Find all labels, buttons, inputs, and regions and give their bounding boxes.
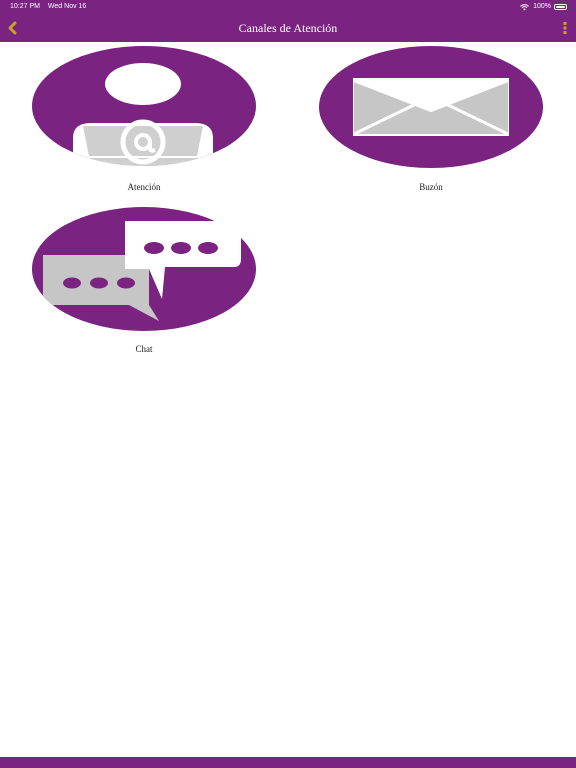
envelope-icon (319, 46, 543, 168)
channel-buzon-label: Buzón (419, 182, 443, 192)
battery-percent: 100% (533, 3, 551, 10)
battery-icon (554, 4, 567, 10)
channel-buzon-tile[interactable]: Buzón (316, 46, 546, 196)
status-date: Wed Nov 16 (47, 3, 87, 10)
channel-chat-label: Chat (135, 344, 153, 354)
more-options-button[interactable] (560, 20, 570, 36)
status-left: 10:27 PM Wed Nov 16 (10, 0, 92, 14)
channel-atencion-tile[interactable]: Atención (29, 46, 259, 196)
channel-atencion-label: Atención (127, 182, 161, 192)
page-title: Canales de Atención (238, 21, 338, 35)
status-time: 10:27 PM (10, 3, 40, 10)
bottom-bar (0, 757, 576, 768)
chat-bubbles-icon (32, 207, 256, 331)
status-right: 100% (520, 0, 567, 14)
more-vertical-icon (563, 22, 567, 34)
channel-chat-tile[interactable]: Chat (29, 207, 259, 357)
wifi-icon (520, 3, 529, 10)
user-at-icon (32, 46, 256, 166)
nav-bar: Canales de Atención (0, 14, 576, 42)
status-bar: 10:27 PM Wed Nov 16 100% (0, 0, 576, 14)
